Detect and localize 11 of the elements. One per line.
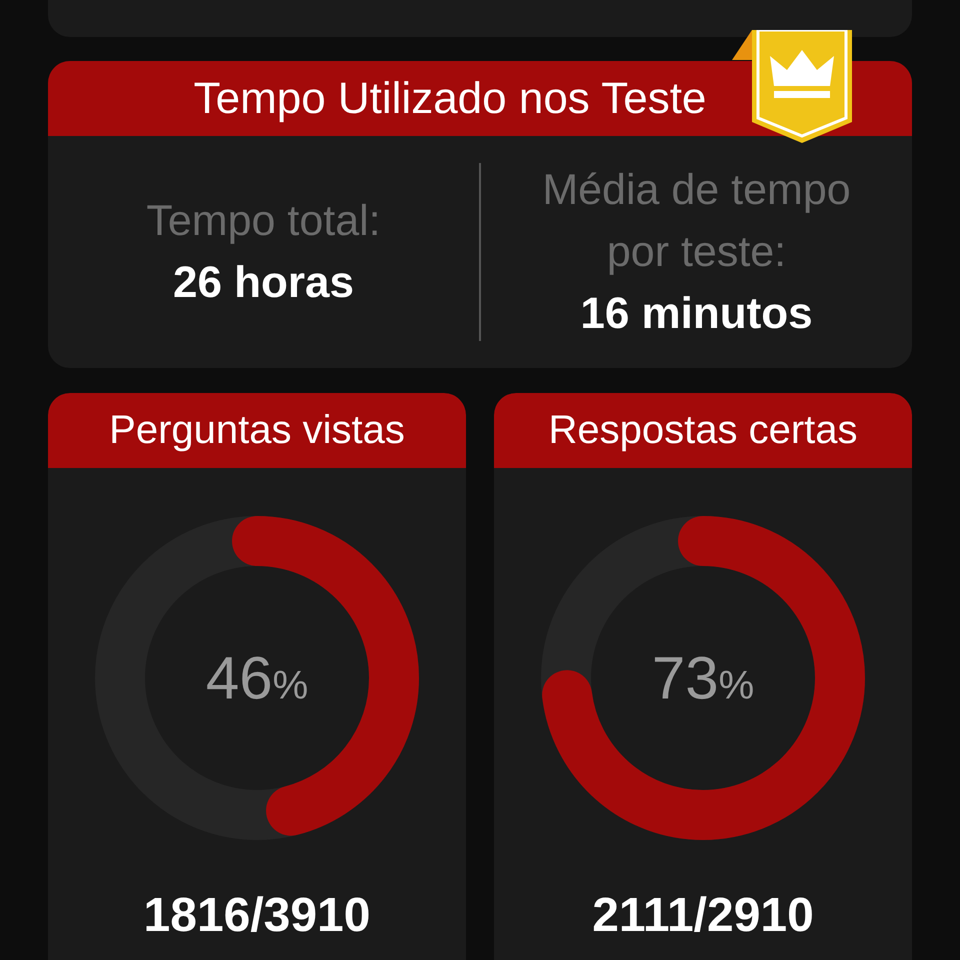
average-time-label: Média de tempo por teste: [541, 165, 852, 278]
percent-reading: 73% [652, 644, 754, 712]
count-value: 1816/3910 [144, 888, 370, 943]
card-title: Respostas certas [548, 408, 858, 453]
total-time-value: 26 horas [173, 257, 354, 309]
average-time-value: 16 minutos [580, 288, 813, 340]
percent-reading: 46% [206, 644, 308, 712]
count-value: 2111/2910 [592, 888, 814, 943]
card-title: Perguntas vistas [109, 408, 405, 453]
card-title: Tempo Utilizado nos Teste [194, 74, 706, 124]
total-time-label: Tempo total: [146, 196, 381, 247]
